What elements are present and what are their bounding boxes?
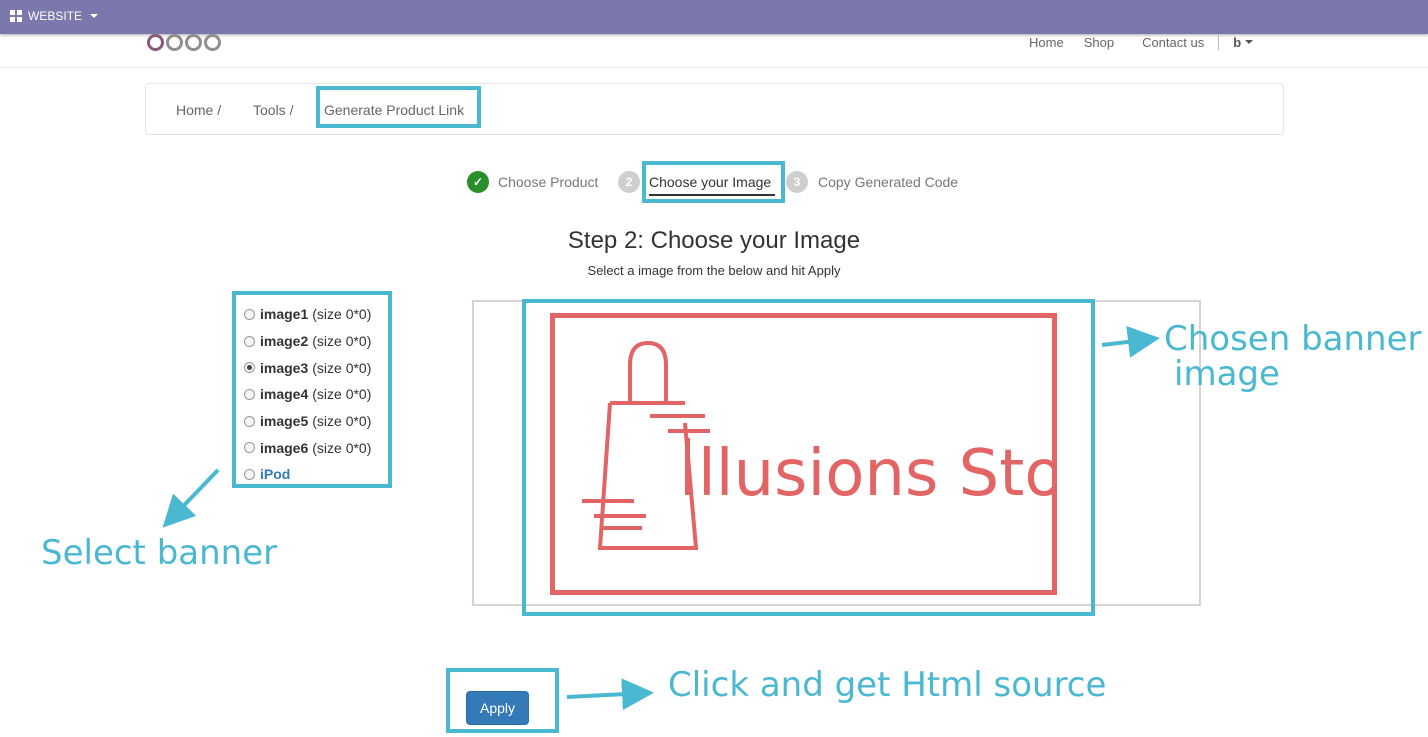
annotation-chosen-banner-image: image bbox=[1174, 354, 1280, 394]
step-number-2: 2 bbox=[618, 171, 640, 193]
breadcrumb-tools[interactable]: Tools / bbox=[253, 102, 293, 118]
odoo-logo[interactable] bbox=[147, 34, 221, 51]
chevron-down-icon bbox=[90, 14, 99, 18]
step-highlight-box bbox=[642, 161, 785, 203]
check-icon: ✓ bbox=[467, 171, 489, 193]
page-title: Step 2: Choose your Image bbox=[567, 227, 861, 254]
banner-highlight-box bbox=[522, 299, 1095, 616]
breadcrumb-home[interactable]: Home / bbox=[176, 102, 221, 118]
user-name: b bbox=[1233, 34, 1242, 50]
arrow-down-left-icon bbox=[162, 468, 220, 528]
website-menu[interactable]: WEBSITE bbox=[10, 9, 99, 23]
page-subtitle: Select a image from the below and hit Ap… bbox=[587, 263, 841, 278]
apply-highlight-box bbox=[446, 668, 559, 733]
user-menu[interactable]: b bbox=[1233, 34, 1254, 50]
arrow-right-icon bbox=[566, 678, 654, 711]
annotation-chosen-banner: Chosen banner bbox=[1164, 319, 1422, 359]
annotation-select-banner: Select banner bbox=[41, 533, 278, 573]
nav-links: Home Shop Contact us b bbox=[1029, 34, 1254, 50]
annotation-click-apply: Click and get Html source bbox=[668, 665, 1107, 705]
step-choose-product[interactable]: Choose Product bbox=[498, 174, 598, 190]
chevron-down-icon bbox=[1245, 40, 1254, 44]
radio-list-highlight-box bbox=[232, 291, 392, 488]
apps-grid-icon bbox=[10, 10, 22, 22]
nav-shop-link[interactable]: Shop bbox=[1084, 35, 1114, 50]
admin-bar: WEBSITE bbox=[0, 0, 1428, 34]
nav-divider bbox=[1218, 34, 1220, 50]
nav-home-link[interactable]: Home bbox=[1029, 35, 1064, 50]
nav-contact-link[interactable]: Contact us bbox=[1142, 35, 1204, 50]
site-navbar: Home Shop Contact us b bbox=[0, 34, 1428, 68]
website-menu-label: WEBSITE bbox=[28, 9, 83, 23]
step-copy-code[interactable]: Copy Generated Code bbox=[818, 174, 958, 190]
breadcrumb-highlight-box bbox=[316, 86, 481, 128]
step-number-3: 3 bbox=[786, 171, 808, 193]
